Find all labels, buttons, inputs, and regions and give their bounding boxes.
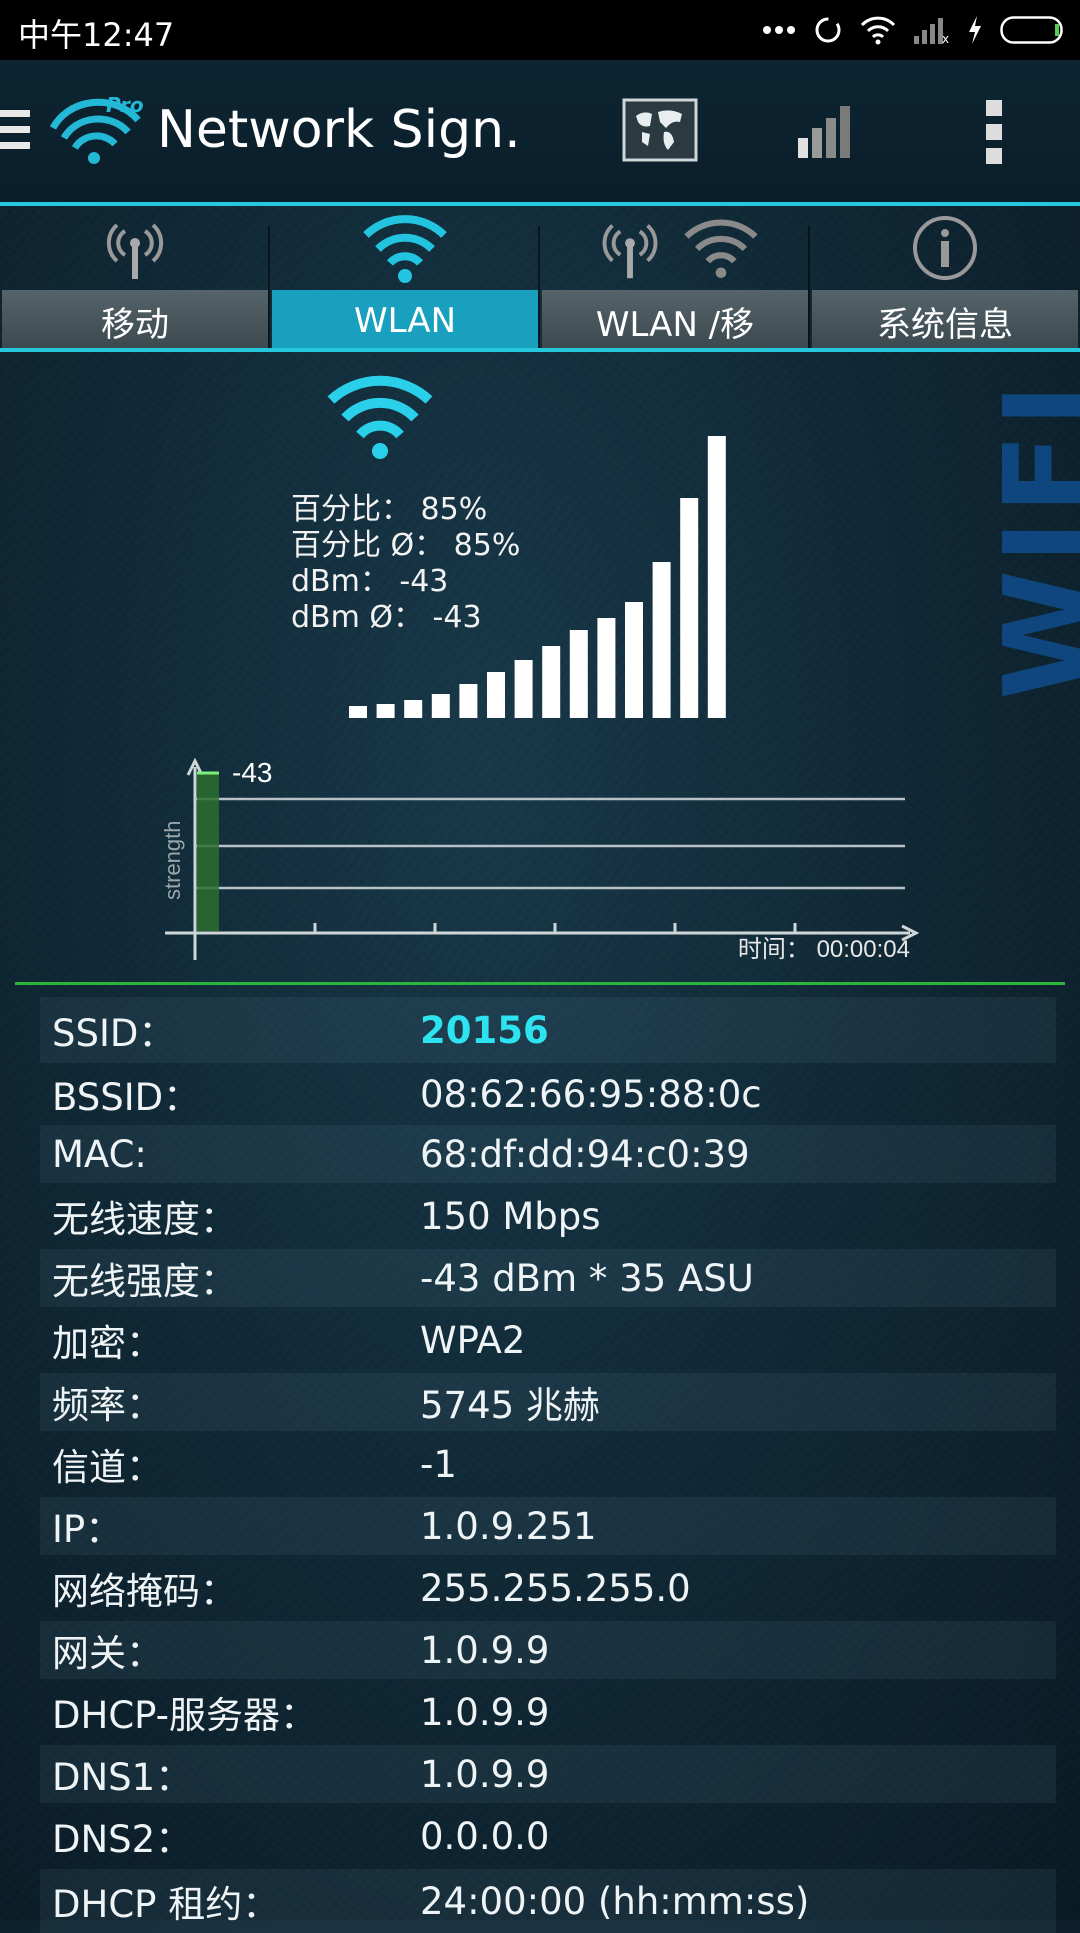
info-key: 网络掩码： [52, 1570, 237, 1613]
info-row: 信道： -1 [40, 1431, 1056, 1497]
signal-bar [349, 706, 367, 718]
signal-bars-icon[interactable] [796, 100, 856, 160]
info-row: DHCP-服务器： 1.0.9.9 [40, 1679, 1056, 1745]
info-key: 信道： [52, 1446, 163, 1489]
signal-bar [680, 498, 699, 718]
info-key: IP： [52, 1508, 123, 1551]
app-bar: Pro Network Sign. [0, 60, 1080, 202]
tab-wlan[interactable]: WLAN [270, 206, 540, 352]
info-value: 255.255.255.0 [420, 1566, 691, 1610]
info-row: 无线速度： 150 Mbps [40, 1183, 1056, 1249]
signal-bar [487, 672, 505, 718]
signal-bar [459, 684, 478, 718]
svg-text:x: x [942, 32, 949, 44]
charging-icon [969, 16, 981, 44]
wifi-icon [363, 215, 447, 283]
info-value: 1.0.9.9 [420, 1690, 550, 1734]
status-time: 中午12:47 [18, 16, 175, 54]
info-value: 08:62:66:95:88:0c [420, 1072, 762, 1116]
info-row: 频率： 5745 兆赫 [40, 1373, 1056, 1431]
tab-system-info[interactable]: 系统信息 [810, 206, 1080, 352]
sync-icon [815, 17, 841, 43]
signal-bar [597, 618, 616, 718]
info-row: DNS2： 0.0.0.0 [40, 1803, 1056, 1869]
info-value: WPA2 [420, 1318, 526, 1362]
logo-badge: Pro [106, 93, 144, 117]
info-row: SSID： 20156 [40, 997, 1056, 1063]
signal-bar [569, 630, 588, 718]
info-row: 无线强度： -43 dBm * 35 ASU [40, 1249, 1056, 1307]
more-notifications-icon [763, 26, 795, 34]
info-value: 68:df:dd:94:c0:39 [420, 1132, 750, 1176]
tab-bar: 移动 WLAN WLAN /移 系统信息 [0, 206, 1080, 352]
info-icon [913, 216, 977, 280]
info-row: IP： 1.0.9.251 [40, 1497, 1056, 1555]
info-value: 1.0.9.251 [420, 1504, 597, 1548]
info-key: DNS2： [52, 1818, 193, 1861]
tab-label: WLAN [272, 290, 538, 352]
ssid-value: 20156 [420, 1008, 549, 1052]
info-key: 网关： [52, 1632, 163, 1675]
app-logo-icon: Pro [49, 93, 144, 164]
section-divider [15, 982, 1065, 985]
graph-current-value: -43 [232, 757, 272, 788]
graph-time-label: 时间： 00:00:04 [738, 936, 910, 963]
battery-icon [1000, 16, 1063, 44]
info-row: MAC: 68:df:dd:94:c0:39 [40, 1125, 1056, 1183]
info-row: 网络掩码： 255.255.255.0 [40, 1555, 1056, 1621]
signal-strength-bars [349, 436, 726, 718]
info-value: 1.0.9.9 [420, 1628, 550, 1672]
cell-tower-icon [602, 224, 658, 279]
signal-bar [542, 646, 561, 718]
info-row: DHCP 租约： 24:00:00 (hh:mm:ss) [40, 1869, 1056, 1933]
signal-bar [514, 660, 533, 718]
info-key: SSID： [52, 1012, 176, 1055]
info-key: DHCP-服务器： [52, 1694, 317, 1737]
info-key: 加密： [52, 1322, 163, 1365]
signal-history-graph: -43 strength 时间： 00:00:04 [160, 757, 920, 963]
graph-y-label: strength [160, 821, 185, 901]
network-info-table: SSID： 20156 BSSID： 08:62:66:95:88:0c MAC: 68:… [40, 997, 1056, 1933]
info-row: 加密： WPA2 [40, 1307, 1056, 1373]
page-title: Network Sign. [157, 100, 521, 160]
info-key: 频率： [52, 1384, 163, 1427]
info-row: 网关： 1.0.9.9 [40, 1621, 1056, 1679]
overflow-menu-icon[interactable] [986, 100, 1006, 164]
info-key: 无线强度： [52, 1260, 237, 1303]
info-value: -1 [420, 1442, 457, 1486]
info-row: DNS1： 1.0.9.9 [40, 1745, 1056, 1803]
info-key: 无线速度： [52, 1198, 237, 1241]
world-map-icon[interactable] [622, 98, 698, 162]
tab-label: 移动 [2, 290, 268, 352]
signal-bar [625, 602, 643, 718]
signal-bar [376, 704, 395, 718]
wifi-gray-icon [684, 219, 758, 279]
cell-tower-icon [106, 223, 164, 279]
menu-icon[interactable] [0, 110, 30, 150]
info-key: DNS1： [52, 1756, 193, 1799]
signal-bar [404, 700, 423, 718]
tab-label: WLAN /移 [542, 290, 808, 352]
tab-mobile[interactable]: 移动 [0, 206, 270, 352]
tab-wlan-mobile[interactable]: WLAN /移 [540, 206, 810, 352]
info-value: 24:00:00 (hh:mm:ss) [420, 1879, 810, 1923]
wifi-watermark: WIFI [978, 377, 1080, 700]
status-bar: 中午12:47 x [0, 0, 1080, 60]
info-row: BSSID： 08:62:66:95:88:0c [40, 1063, 1056, 1125]
signal-bar [431, 694, 450, 718]
info-value: 1.0.9.9 [420, 1752, 550, 1796]
strength-bar [197, 773, 219, 931]
tab-bar-divider [0, 348, 1080, 352]
signal-bar [652, 562, 671, 718]
info-value: 150 Mbps [420, 1194, 601, 1238]
info-key: BSSID： [52, 1076, 201, 1119]
signal-bar [707, 436, 726, 718]
info-key: MAC: [52, 1132, 147, 1176]
info-value: 5745 兆赫 [420, 1384, 600, 1427]
tab-label: 系统信息 [812, 290, 1078, 352]
wifi-status-icon [860, 16, 896, 45]
cell-signal-icon: x [914, 18, 949, 44]
info-value: -43 dBm * 35 ASU [420, 1256, 754, 1300]
info-value: 0.0.0.0 [420, 1814, 550, 1858]
